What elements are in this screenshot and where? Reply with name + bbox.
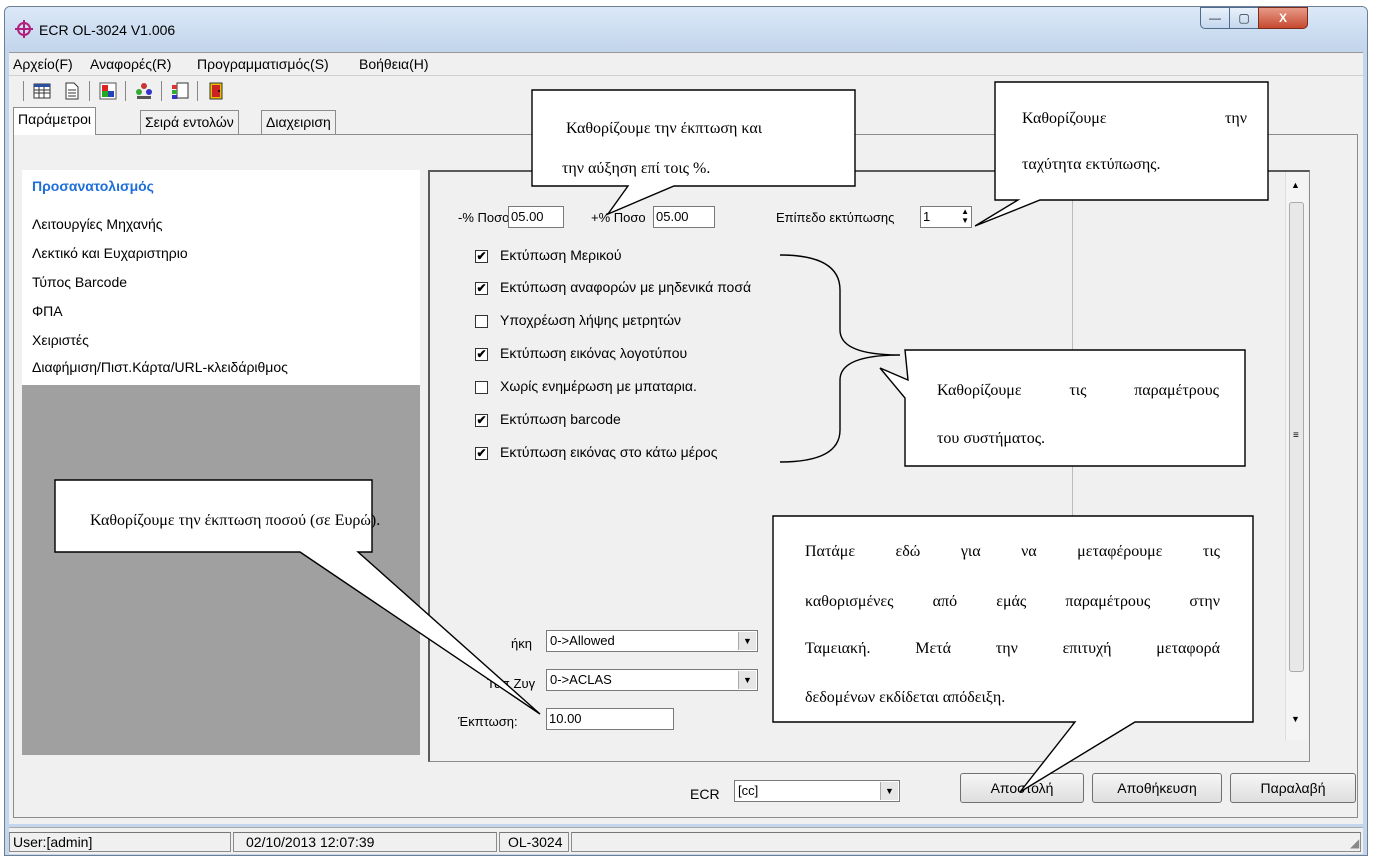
callout-text: δεδομένων εκδίδεται απόδειξη. [805,689,1006,706]
tab-parameters[interactable]: Παράμετροι [13,107,96,135]
callout-text: Καθορίζουμε την έκπτωση και [566,120,762,137]
callout-text: Πατάμε εδώ για να μεταφέρουμε τις [805,543,1220,560]
callout-text: Ταμειακή. Μετά την επιτυχή μεταφορά [805,640,1220,657]
callout-text: Καθορίζουμε τις παραμέτρους [937,382,1219,399]
callout-print-speed [974,81,1269,227]
checkbox-brace [779,254,901,463]
callout-text: την αύξηση επί τοις %. [562,160,711,177]
resize-grip-icon[interactable]: ◢ [1350,836,1359,850]
callout-text: του συστήματος. [937,430,1046,447]
callout-percent-discount [531,89,856,216]
callout-text: καθορισμένες από εμάς παραμέτρους στην [805,593,1220,610]
callout-text: Καθορίζουμε την έκπτωση ποσού (σε Ευρώ). [90,512,381,529]
callout-system-params [879,349,1246,467]
callout-text: Καθορίζουμε [1022,110,1107,127]
callout-text: ταχύτητα εκτύπωσης. [1022,156,1161,173]
callout-text: την [1225,110,1248,127]
